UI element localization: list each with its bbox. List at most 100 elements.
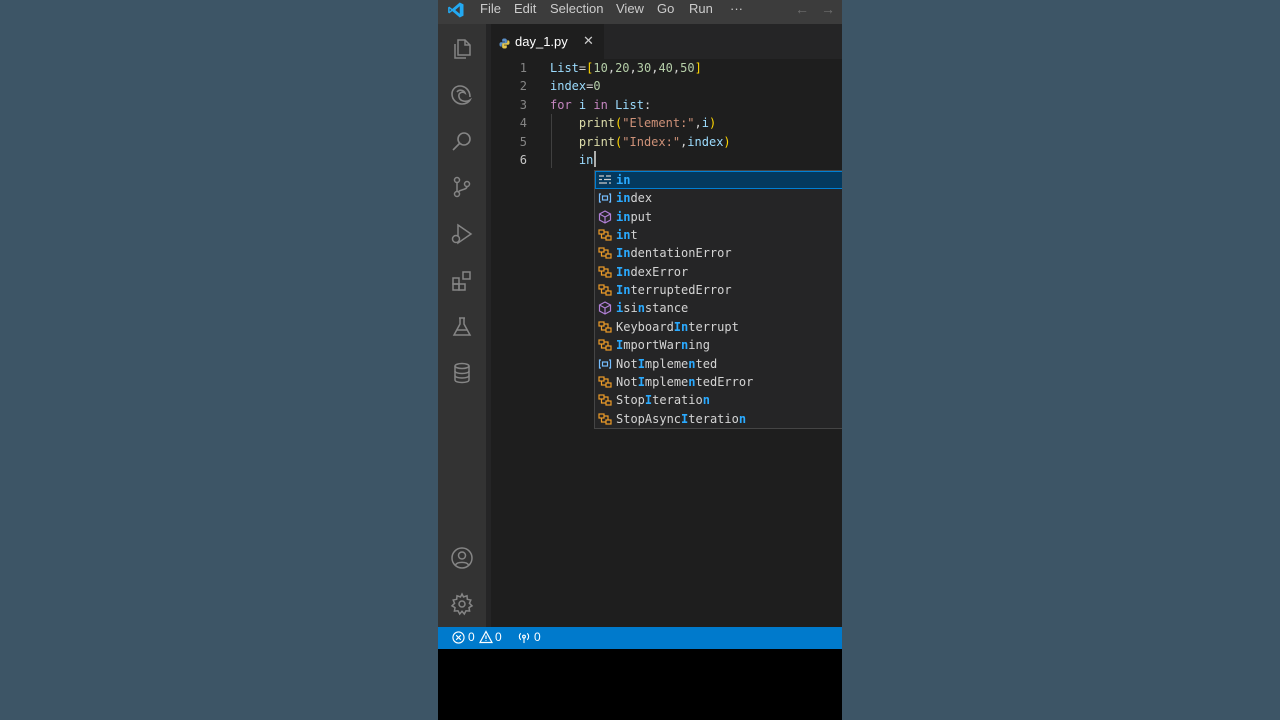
warning-count[interactable]: 0 (495, 630, 502, 644)
suggestion-item[interactable]: ImportWarning (595, 336, 842, 354)
code-token: "Index:" (622, 134, 681, 149)
code-token: 20 (615, 61, 630, 75)
code-line[interactable]: index=0 (550, 77, 601, 95)
code-token: , (629, 61, 637, 75)
testing-icon[interactable] (438, 304, 486, 350)
code-token: "Element:" (622, 116, 695, 131)
nav-forward-icon[interactable]: → (821, 0, 835, 24)
code-token: 40 (658, 61, 673, 75)
python-file-icon (499, 36, 510, 49)
code-token: in (593, 97, 608, 112)
suggestion-label: StopIteration (616, 393, 710, 408)
menu-go[interactable]: Go (657, 0, 674, 24)
line-number: 4 (519, 116, 527, 131)
tab-day-1-py[interactable]: day_1.py ✕ (491, 24, 604, 59)
suggestion-item[interactable]: IndexError (595, 263, 842, 281)
code-line[interactable]: for i in List: (550, 96, 651, 114)
edge-icon[interactable] (438, 72, 486, 118)
line-number: 1 (519, 61, 527, 75)
vscode-logo-icon (447, 1, 465, 19)
menu-edit[interactable]: Edit (514, 0, 536, 24)
code-token: List (615, 97, 644, 112)
code-token: i (701, 116, 709, 131)
class-icon (598, 412, 612, 426)
suggestion-item[interactable]: in (595, 171, 842, 189)
tab-bar: day_1.py ✕ (491, 24, 842, 59)
code-token: ) (723, 134, 731, 149)
suggestion-label: NotImplemented (616, 356, 718, 371)
ports-icon[interactable] (517, 631, 531, 644)
code-line[interactable]: print("Element:",i) (550, 114, 716, 132)
class-icon (598, 283, 612, 297)
line-number: 2 (519, 79, 527, 94)
suggestion-item[interactable]: IndentationError (595, 244, 842, 262)
warning-icon[interactable] (478, 630, 494, 644)
run-debug-icon[interactable] (438, 211, 486, 257)
code-token: for (550, 97, 572, 112)
explorer-icon[interactable] (438, 26, 486, 72)
suggestion-label: ImportWarning (616, 338, 710, 353)
code-editor[interactable]: 123456 List=[10,20,30,40,50] index=0 for i… (491, 59, 842, 627)
extensions-icon[interactable] (438, 258, 486, 304)
search-icon[interactable] (438, 118, 486, 164)
line-number: 3 (519, 97, 527, 112)
gear-icon[interactable] (438, 581, 486, 627)
menu-more[interactable]: ··· (730, 0, 743, 24)
code-token: 0 (593, 79, 601, 94)
ports-count[interactable]: 0 (534, 630, 541, 644)
code-line[interactable]: print("Index:",index) (550, 133, 731, 151)
function-icon (598, 301, 612, 316)
account-icon[interactable] (438, 535, 486, 581)
suggestion-item[interactable]: input (595, 208, 842, 226)
menu-file[interactable]: File (480, 0, 501, 24)
error-icon[interactable] (452, 631, 465, 644)
suggestion-label: IndentationError (616, 246, 732, 261)
menu-run[interactable]: Run (689, 0, 713, 24)
code-token: index (687, 134, 724, 149)
source-control-icon[interactable] (438, 164, 486, 210)
class-icon (598, 375, 612, 389)
error-count[interactable]: 0 (468, 630, 475, 644)
code-token: , (694, 116, 702, 131)
nav-back-icon[interactable]: ← (795, 0, 809, 24)
suggestion-label: isinstance (616, 301, 689, 316)
code-token: 50 (680, 61, 695, 75)
code-token: 10 (593, 61, 608, 75)
activity-bar (438, 24, 486, 627)
suggestion-label: int (616, 228, 638, 243)
title-bar: File Edit Selection View Go Run ··· ← → (438, 0, 842, 24)
suggestion-item[interactable]: index (595, 189, 842, 207)
class-icon (598, 228, 612, 242)
menu-view[interactable]: View (616, 0, 644, 24)
code-token: index (550, 79, 587, 94)
menu-selection[interactable]: Selection (550, 0, 603, 24)
suggestion-item[interactable]: StopAsyncIteration (595, 410, 842, 428)
code-token: : (643, 97, 652, 112)
suggestion-item[interactable]: isinstance (595, 299, 842, 317)
suggestion-label: InterruptedError (616, 283, 732, 298)
code-token: in (578, 153, 594, 167)
close-icon[interactable]: ✕ (583, 33, 594, 49)
code-token: ] (694, 61, 702, 75)
suggestion-item[interactable]: KeyboardInterrupt (595, 318, 842, 336)
suggestion-item[interactable]: StopIteration (595, 391, 842, 409)
class-icon (598, 265, 612, 279)
variable-icon (598, 357, 612, 371)
suggestion-item[interactable]: int (595, 226, 842, 244)
code-line[interactable]: in (550, 151, 593, 169)
database-icon[interactable] (438, 350, 486, 396)
code-token: print (578, 116, 616, 131)
code-line[interactable]: List=[10,20,30,40,50] (550, 59, 702, 77)
suggestion-label: IndexError (616, 264, 689, 279)
suggest-widget[interactable]: in index input int IndentationError IndexErro… (594, 170, 842, 429)
suggestion-label: StopAsyncIteration (616, 411, 747, 426)
suggestion-label: NotImplementedError (616, 374, 754, 389)
suggestion-item[interactable]: NotImplemented (595, 355, 842, 373)
suggestion-item[interactable]: InterruptedError (595, 281, 842, 299)
tab-label: day_1.py (515, 34, 568, 49)
class-icon (598, 338, 612, 352)
suggestion-item[interactable]: NotImplementedError (595, 373, 842, 391)
